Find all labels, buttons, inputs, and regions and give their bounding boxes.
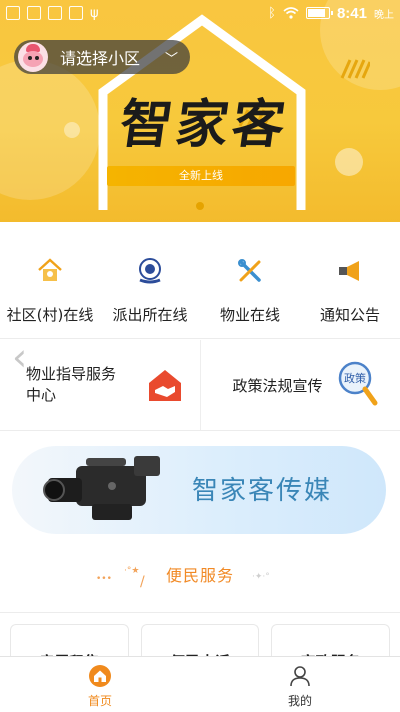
section-divider [0,430,400,431]
tools-icon [238,259,261,282]
app-logo-text: 智家客 [115,94,293,155]
quick-service-notice[interactable]: 通知公告 [300,240,400,336]
wifi-icon [283,7,299,19]
banner-bubble [64,122,80,138]
quick-service-label: 派出所在线 [112,306,188,324]
banner-tagline: 全新上线 [107,166,295,186]
handshake-house-icon [149,370,181,401]
feature-title-line: 中心 [26,386,57,404]
section-title: 便民服务 [165,566,234,585]
feature-title-line: 物业指导服务 [26,365,117,383]
community-selector[interactable]: 请选择小区 ﹀ [14,40,190,74]
feature-title: 政策法规宣传 [232,377,323,395]
section-divider [0,612,400,613]
house-icon [38,258,62,281]
quick-service-label: 物业在线 [219,306,280,324]
policy-magnifier-icon: 政策 [338,361,377,406]
chevron-left-icon[interactable]: ‹ [12,338,27,376]
usb-icon: ψ [90,5,99,21]
feature-row: 物业指导服务 中心 政策法规宣传 政策 [0,340,400,430]
quick-service-label: 通知公告 [319,306,380,324]
tab-mine[interactable]: 我的 [200,657,400,712]
quick-service-property[interactable]: 物业在线 [200,240,300,336]
tab-label: 我的 [287,694,312,708]
carousel-indicator [196,202,204,210]
community-selector-label: 请选择小区 [60,49,141,68]
bluetooth-icon: ᛒ [268,5,276,21]
police-badge-icon [139,258,161,284]
battery-icon [305,7,333,19]
notification-icon [6,6,20,20]
bottom-tab-bar: 首页 我的 [0,656,400,712]
dots-decoration: ·°★ [124,566,140,576]
sim-icon [69,6,83,20]
policy-icon-text: 政策 [344,371,366,385]
mascot-avatar [18,42,48,72]
banner-bubble [335,148,363,176]
slash-decoration: / [140,574,145,590]
quick-service-police[interactable]: 派出所在线 [100,240,200,336]
banner-bubble [0,60,100,200]
stripes-decoration [340,59,370,79]
home-icon [89,665,111,687]
tab-label: 首页 [87,694,112,708]
dots-decoration: ·✦·° [252,572,270,582]
feature-title: 物业指导服务 中心 [26,364,116,406]
section-header: 便民服务 [0,562,400,586]
clock-time: 8:41 [336,4,367,22]
feature-property-guidance[interactable]: 物业指导服务 中心 [0,340,200,430]
phone-icon [48,6,62,20]
quick-services-grid: 社区(村)在线 派出所在线 物业在线 通知公告 [0,240,400,336]
clock-period: 晚上 [374,9,394,21]
section-divider [0,338,400,339]
megaphone-icon [339,261,359,281]
media-title: 智家客传媒 [192,476,333,506]
promo-banner[interactable]: 智家客 全新上线 [0,0,400,222]
tab-home[interactable]: 首页 [0,657,200,712]
quick-service-community[interactable]: 社区(村)在线 [0,240,100,336]
status-bar: ψ ᛒ 8:41 晚上 [0,0,400,26]
chevron-down-icon: ﹀ [164,51,178,67]
video-camera-icon [43,456,160,520]
feature-policy[interactable]: 政策法规宣传 政策 [199,340,400,430]
user-icon [290,666,310,687]
quick-service-label: 社区(村)在线 [6,306,94,324]
check-icon [27,6,41,20]
dots-decoration: ••• [96,574,112,584]
